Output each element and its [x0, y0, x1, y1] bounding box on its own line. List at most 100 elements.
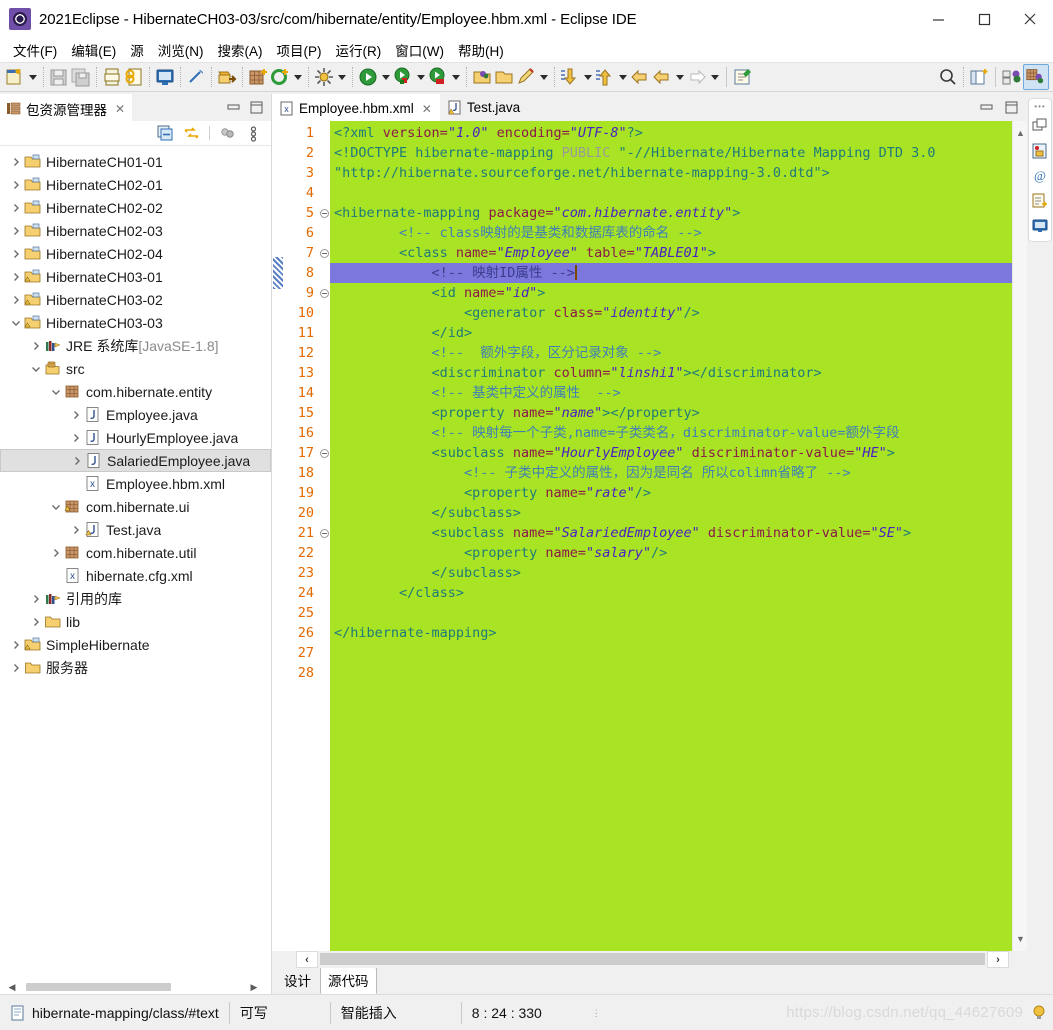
menu-file[interactable]: 文件(F) [6, 38, 64, 62]
tip-bulb-icon[interactable] [1031, 1004, 1047, 1022]
scrollbar-thumb[interactable] [320, 953, 985, 965]
code-line[interactable]: <!-- 映射ID属性 --> [330, 263, 1012, 283]
code-line[interactable]: <property name="rate"/> [330, 483, 1012, 503]
chevron-right-icon[interactable] [28, 587, 44, 610]
close-button[interactable] [1007, 0, 1053, 38]
menu-run[interactable]: 运行(R) [329, 38, 389, 62]
tab-package-explorer[interactable]: 包资源管理器 ✕ [0, 94, 133, 121]
tab-employee-hbm-xml[interactable]: x Employee.hbm.xml ✕ [272, 94, 440, 121]
status-grip[interactable]: ⋮ [582, 1000, 611, 1026]
tree-item[interactable]: com.hibernate.entity [0, 380, 271, 403]
link-with-editor-icon[interactable] [183, 125, 200, 142]
menu-navigate[interactable]: 浏览(N) [151, 38, 211, 62]
fold-collapse-icon[interactable] [318, 203, 330, 223]
restore-view-icon[interactable] [1031, 117, 1049, 135]
code-line[interactable]: <discriminator column="linshi1"></discri… [330, 363, 1012, 383]
chevron-right-icon[interactable] [28, 610, 44, 633]
tree-item[interactable]: x hibernate.cfg.xml [0, 564, 271, 587]
properties-view-icon[interactable] [1031, 192, 1049, 210]
tree-item[interactable]: HibernateCH03-03 [0, 311, 271, 334]
tree-item[interactable]: src [0, 357, 271, 380]
editor-horizontal-scrollbar[interactable]: ‹ › [272, 951, 1027, 968]
external-tools-button[interactable] [313, 64, 335, 90]
scroll-left-icon[interactable]: ‹ [296, 951, 318, 968]
console-view-icon[interactable] [1031, 217, 1049, 235]
code-line[interactable]: <!-- 子类中定义的属性，因为是同名 所以colimn省略了 --> [330, 463, 1012, 483]
save-button[interactable] [48, 64, 70, 90]
debug-button[interactable] [392, 64, 414, 90]
code-line[interactable]: <!-- 额外字段，区分记录对象 --> [330, 343, 1012, 363]
tree-item[interactable]: SalariedEmployee.java [0, 449, 271, 472]
code-line[interactable]: </subclass> [330, 563, 1012, 583]
tree-item[interactable]: com.hibernate.util [0, 541, 271, 564]
pencil-dropdown[interactable] [537, 66, 550, 88]
code-line[interactable]: <subclass name="SalariedEmployee" discri… [330, 523, 1012, 543]
scroll-up-icon[interactable]: ▲ [1013, 125, 1027, 141]
refresh-button[interactable] [269, 64, 291, 90]
menu-project[interactable]: 项目(P) [270, 38, 329, 62]
code-line[interactable]: </hibernate-mapping> [330, 623, 1012, 643]
scroll-left-icon[interactable]: ◀ [5, 980, 19, 994]
scroll-right-icon[interactable]: › [987, 951, 1009, 968]
rail-grip[interactable]: ••• [1034, 103, 1045, 111]
menu-help[interactable]: 帮助(H) [451, 38, 511, 62]
code-line[interactable]: <?xml version="1.0" encoding="UTF-8"?> [330, 123, 1012, 143]
source-text[interactable]: <?xml version="1.0" encoding="UTF-8"?> <!… [330, 121, 1012, 951]
tree-item[interactable]: HibernateCH03-01 [0, 265, 271, 288]
chevron-right-icon[interactable] [8, 196, 24, 219]
fold-collapse-icon[interactable] [318, 243, 330, 263]
code-line[interactable]: </class> [330, 583, 1012, 603]
code-line[interactable]: </subclass> [330, 503, 1012, 523]
scrollbar-thumb[interactable] [26, 983, 171, 991]
close-icon[interactable]: ✕ [115, 103, 125, 115]
tree-item[interactable]: HourlyEmployee.java [0, 426, 271, 449]
explorer-horizontal-scrollbar[interactable]: ◀ ▶ [0, 980, 271, 994]
view-menu-filter-icon[interactable] [219, 125, 236, 142]
maximize-view-icon[interactable] [1005, 101, 1018, 114]
coverage-dropdown[interactable] [449, 66, 462, 88]
chevron-right-icon[interactable] [8, 633, 24, 656]
code-line[interactable]: <!-- 映射每一个子类,name=子类类名，discriminator-val… [330, 423, 1012, 443]
tab-design[interactable]: 设计 [276, 967, 319, 994]
print-button[interactable] [101, 64, 123, 90]
chevron-right-icon[interactable] [8, 173, 24, 196]
code-line[interactable] [330, 643, 1012, 663]
chevron-down-icon[interactable] [8, 311, 24, 334]
tree-item[interactable]: HibernateCH02-04 [0, 242, 271, 265]
next-annotation-dropdown[interactable] [581, 66, 594, 88]
next-annotation-button[interactable] [559, 64, 581, 90]
external-tools-dropdown[interactable] [335, 66, 348, 88]
code-line[interactable]: "http://hibernate.sourceforge.net/hibern… [330, 163, 1012, 183]
open-folder-button[interactable] [471, 64, 493, 90]
maximize-view-icon[interactable] [250, 101, 263, 114]
project-tree[interactable]: HibernateCH01-01 HibernateCH02-01 Hibernat… [0, 146, 271, 980]
chevron-down-icon[interactable] [48, 495, 64, 518]
open-resource-button[interactable] [493, 64, 515, 90]
tree-item[interactable]: lib [0, 610, 271, 633]
menu-window[interactable]: 窗口(W) [388, 38, 451, 62]
collapse-all-icon[interactable] [157, 125, 174, 142]
tab-test-java[interactable]: Test.java [439, 94, 529, 121]
back-history-dropdown[interactable] [673, 66, 686, 88]
maximize-button[interactable] [961, 0, 1007, 38]
tree-item[interactable]: HibernateCH02-02 [0, 196, 271, 219]
code-editor[interactable]: 1 2 3 4 5 6 7 8 9 10 11 12 13 14 15 16 17 18 19 20 21 22 23 24 2… [272, 121, 1027, 951]
save-all-button[interactable] [70, 64, 92, 90]
fold-collapse-icon[interactable] [318, 523, 330, 543]
code-line[interactable] [330, 663, 1012, 683]
scroll-down-icon[interactable]: ▼ [1013, 931, 1027, 947]
code-line[interactable]: <hibernate-mapping package="com.hibernat… [330, 203, 1012, 223]
chevron-right-icon[interactable] [8, 265, 24, 288]
editor-vertical-scrollbar[interactable]: ▲ ▼ [1012, 121, 1027, 951]
code-line[interactable]: </id> [330, 323, 1012, 343]
prev-annotation-dropdown[interactable] [616, 66, 629, 88]
forward-button[interactable] [686, 64, 708, 90]
menu-search[interactable]: 搜索(A) [211, 38, 270, 62]
pencil-button[interactable] [515, 64, 537, 90]
chevron-down-icon[interactable] [48, 380, 64, 403]
tree-item[interactable]: HibernateCH03-02 [0, 288, 271, 311]
tree-item[interactable]: HibernateCH01-01 [0, 150, 271, 173]
chevron-right-icon[interactable] [8, 288, 24, 311]
menu-source[interactable]: 源 [123, 38, 151, 62]
quick-access-search-button[interactable] [937, 64, 959, 90]
